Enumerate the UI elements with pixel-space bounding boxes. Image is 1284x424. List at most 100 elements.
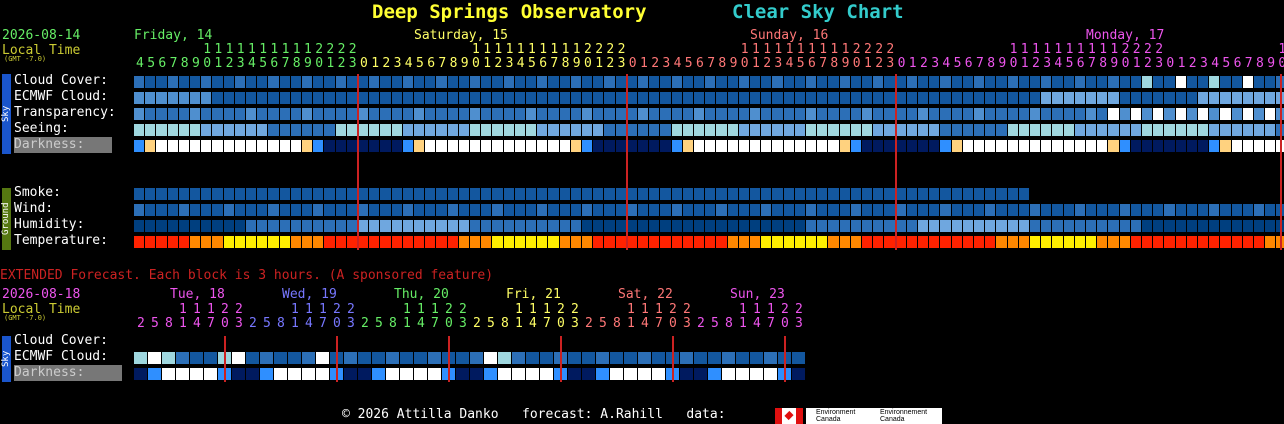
ecmwf-cloud-block[interactable] — [1220, 92, 1231, 104]
wind-block[interactable] — [582, 204, 593, 216]
cloud-cover-block[interactable] — [346, 76, 357, 88]
humidity-block[interactable] — [974, 220, 985, 232]
darkness-block[interactable] — [1119, 140, 1130, 152]
seeing-block[interactable] — [425, 124, 436, 136]
cloud-cover-block[interactable] — [570, 76, 581, 88]
darkness-block[interactable] — [313, 140, 324, 152]
transparency-block[interactable] — [1220, 108, 1231, 120]
darkness-block[interactable] — [290, 140, 301, 152]
smoke-block[interactable] — [369, 188, 380, 200]
darkness-block[interactable] — [1186, 140, 1197, 152]
smoke-block[interactable] — [660, 188, 671, 200]
smoke-block[interactable] — [582, 188, 593, 200]
humidity-block[interactable] — [369, 220, 380, 232]
humidity-block[interactable] — [537, 220, 548, 232]
cloud-cover-block[interactable] — [1231, 76, 1242, 88]
ecmwf-cloud-block[interactable] — [918, 92, 929, 104]
temperature-block[interactable] — [346, 236, 357, 248]
extended-darkness-block[interactable] — [414, 368, 427, 380]
humidity-block[interactable] — [570, 220, 581, 232]
ecmwf-cloud-block[interactable] — [806, 92, 817, 104]
darkness-block[interactable] — [582, 140, 593, 152]
ecmwf-cloud-block[interactable] — [223, 92, 234, 104]
seeing-block[interactable] — [503, 124, 514, 136]
transparency-block[interactable] — [335, 108, 346, 120]
darkness-block[interactable] — [1052, 140, 1063, 152]
transparency-block[interactable] — [279, 108, 290, 120]
wind-block[interactable] — [951, 204, 962, 216]
cloud-cover-block[interactable] — [470, 76, 481, 88]
darkness-block[interactable] — [1231, 140, 1242, 152]
transparency-block[interactable] — [268, 108, 279, 120]
transparency-block[interactable] — [537, 108, 548, 120]
humidity-block[interactable] — [884, 220, 895, 232]
wind-block[interactable] — [178, 204, 189, 216]
wind-block[interactable] — [1242, 204, 1253, 216]
ecmwf-cloud-block[interactable] — [346, 92, 357, 104]
temperature-block[interactable] — [1074, 236, 1085, 248]
temperature-block[interactable] — [918, 236, 929, 248]
environment-canada-logo[interactable]: Environment Canada Environnement Canada — [806, 408, 942, 424]
wind-block[interactable] — [201, 204, 212, 216]
temperature-block[interactable] — [604, 236, 615, 248]
darkness-block[interactable] — [1153, 140, 1164, 152]
seeing-block[interactable] — [458, 124, 469, 136]
extended-darkness-block[interactable] — [232, 368, 245, 380]
cloud-cover-block[interactable] — [862, 76, 873, 88]
smoke-block[interactable] — [649, 188, 660, 200]
cloud-cover-block[interactable] — [380, 76, 391, 88]
smoke-block[interactable] — [324, 188, 335, 200]
extended-darkness-block[interactable] — [624, 368, 637, 380]
transparency-block[interactable] — [1231, 108, 1242, 120]
humidity-block[interactable] — [817, 220, 828, 232]
seeing-block[interactable] — [402, 124, 413, 136]
smoke-block[interactable] — [794, 188, 805, 200]
temperature-block[interactable] — [570, 236, 581, 248]
ecmwf-cloud-block[interactable] — [481, 92, 492, 104]
cloud-cover-block[interactable] — [1007, 76, 1018, 88]
smoke-block[interactable] — [716, 188, 727, 200]
humidity-block[interactable] — [313, 220, 324, 232]
transparency-block[interactable] — [1153, 108, 1164, 120]
transparency-block[interactable] — [772, 108, 783, 120]
wind-block[interactable] — [190, 204, 201, 216]
transparency-block[interactable] — [290, 108, 301, 120]
ecmwf-cloud-block[interactable] — [985, 92, 996, 104]
ecmwf-cloud-block[interactable] — [212, 92, 223, 104]
transparency-block[interactable] — [1254, 108, 1265, 120]
extended-ecmwf-block[interactable] — [246, 352, 259, 364]
extended-darkness-block[interactable] — [358, 368, 371, 380]
humidity-block[interactable] — [1164, 220, 1175, 232]
smoke-block[interactable] — [302, 188, 313, 200]
humidity-block[interactable] — [772, 220, 783, 232]
transparency-block[interactable] — [873, 108, 884, 120]
extended-darkness-block[interactable] — [316, 368, 329, 380]
seeing-block[interactable] — [1063, 124, 1074, 136]
extended-ecmwf-cloud-label[interactable]: ECMWF Cloud: — [14, 349, 108, 365]
humidity-block[interactable] — [862, 220, 873, 232]
ecmwf-cloud-block[interactable] — [828, 92, 839, 104]
temperature-block[interactable] — [1030, 236, 1041, 248]
humidity-block[interactable] — [806, 220, 817, 232]
wind-block[interactable] — [414, 204, 425, 216]
humidity-block[interactable] — [626, 220, 637, 232]
humidity-block[interactable] — [1030, 220, 1041, 232]
darkness-block[interactable] — [1018, 140, 1029, 152]
transparency-block[interactable] — [974, 108, 985, 120]
transparency-block[interactable] — [346, 108, 357, 120]
seeing-block[interactable] — [335, 124, 346, 136]
smoke-block[interactable] — [1018, 188, 1029, 200]
darkness-block[interactable] — [1209, 140, 1220, 152]
transparency-block[interactable] — [1164, 108, 1175, 120]
humidity-block[interactable] — [526, 220, 537, 232]
darkness-block[interactable] — [615, 140, 626, 152]
wind-block[interactable] — [705, 204, 716, 216]
smoke-block[interactable] — [548, 188, 559, 200]
darkness-block[interactable] — [884, 140, 895, 152]
extended-ecmwf-block[interactable] — [400, 352, 413, 364]
seeing-block[interactable] — [929, 124, 940, 136]
smoke-block[interactable] — [503, 188, 514, 200]
smoke-block[interactable] — [134, 188, 145, 200]
humidity-block[interactable] — [828, 220, 839, 232]
smoke-block[interactable] — [526, 188, 537, 200]
